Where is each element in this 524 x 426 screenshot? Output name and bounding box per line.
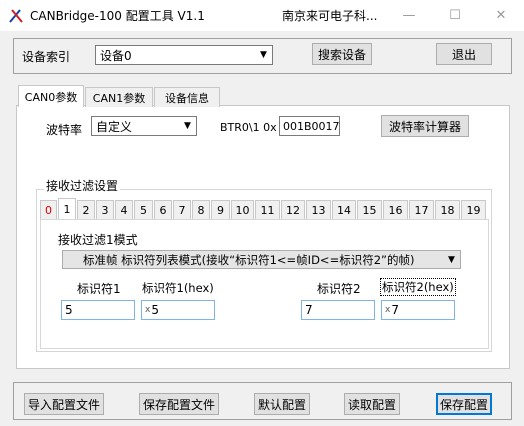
id1-input[interactable]: 5	[61, 300, 135, 320]
id1-hex-value: 5	[151, 303, 159, 317]
chevron-down-icon: ▼	[184, 121, 191, 131]
filter-tab-10[interactable]: 10	[231, 200, 254, 219]
device-select[interactable]: 设备0 ▼	[95, 45, 273, 65]
device-index-label: 设备索引	[22, 50, 71, 64]
id2-label: 标识符2	[317, 282, 361, 296]
filter-tab-3[interactable]: 3	[96, 200, 114, 219]
tab-can1-params[interactable]: CAN1参数	[85, 87, 153, 107]
id2-hex-value: 7	[391, 303, 399, 317]
filter-tab-7[interactable]: 7	[173, 200, 191, 219]
read-config-button[interactable]: 读取配置	[344, 393, 400, 415]
filter-tab-11[interactable]: 11	[255, 200, 280, 219]
filter-tab-0[interactable]: 0	[40, 200, 57, 219]
baud-rate-label: 波特率	[46, 123, 83, 137]
chevron-down-icon: ▼	[448, 254, 455, 265]
hex-prefix: x	[145, 305, 151, 315]
chevron-down-icon: ▼	[260, 50, 267, 60]
id1-hex-input[interactable]: x 5	[141, 300, 215, 320]
app-icon	[9, 9, 23, 23]
baud-rate-select[interactable]: 自定义 ▼	[91, 116, 197, 136]
id2-hex-label: 标识符2(hex)	[380, 278, 456, 296]
filter-tab-5[interactable]: 5	[134, 200, 153, 219]
baud-rate-value: 自定义	[96, 119, 133, 134]
filter-tab-12[interactable]: 12	[281, 200, 305, 219]
maximize-button[interactable]: ☐	[432, 0, 478, 31]
import-config-button[interactable]: 导入配置文件	[24, 393, 104, 415]
hex-prefix: x	[385, 305, 391, 315]
filter-tab-1[interactable]: 1	[58, 198, 76, 219]
id1-hex-label: 标识符1(hex)	[142, 281, 214, 295]
btr-input[interactable]: 001B0017	[279, 116, 340, 136]
filter-tab-15[interactable]: 15	[357, 200, 382, 219]
default-config-button[interactable]: 默认配置	[254, 393, 310, 415]
tab-device-info[interactable]: 设备信息	[154, 87, 220, 107]
minimize-button[interactable]: —	[386, 0, 432, 31]
save-config-button[interactable]: 保存配置	[436, 393, 492, 415]
id2-input[interactable]: 7	[301, 300, 375, 320]
device-select-value: 设备0	[100, 48, 132, 63]
filter-tab-4[interactable]: 4	[115, 200, 133, 219]
filter-tab-2[interactable]: 2	[77, 200, 95, 219]
baud-calculator-button[interactable]: 波特率计算器	[381, 115, 469, 137]
filter-tab-19[interactable]: 19	[461, 200, 486, 219]
filter-tab-6[interactable]: 6	[154, 200, 172, 219]
company-name: 南京来可电子科...	[282, 9, 378, 23]
search-device-button[interactable]: 搜索设备	[312, 43, 372, 65]
filter-mode-select[interactable]: 标准帧 标识符列表模式(接收“标识符1<=帧ID<=标识符2”的帧) ▼	[62, 250, 461, 269]
filter-mode-value: 标准帧 标识符列表模式(接收“标识符1<=帧ID<=标识符2”的帧)	[83, 252, 415, 267]
window-title: CANBridge-100 配置工具 V1.1	[30, 9, 205, 23]
filter-tab-16[interactable]: 16	[383, 200, 408, 219]
filter-tab-13[interactable]: 13	[306, 200, 331, 219]
id2-hex-input[interactable]: x 7	[381, 300, 455, 320]
close-button[interactable]: ✕	[478, 0, 524, 31]
tab-can0-params[interactable]: CAN0参数	[18, 85, 84, 107]
id1-label: 标识符1	[77, 282, 121, 296]
filter-tab-17[interactable]: 17	[409, 200, 434, 219]
btr-label: BTR0\1 0x	[220, 121, 277, 134]
filter-group-label: 接收过滤设置	[44, 177, 121, 194]
filter-tab-9[interactable]: 9	[211, 200, 230, 219]
filter-tab-14[interactable]: 14	[332, 200, 356, 219]
exit-button[interactable]: 退出	[436, 43, 492, 65]
save-config-file-button[interactable]: 保存配置文件	[139, 393, 219, 415]
filter-tab-8[interactable]: 8	[192, 200, 210, 219]
filter-mode-label: 接收过滤1模式	[58, 233, 138, 247]
filter-tab-18[interactable]: 18	[435, 200, 460, 219]
